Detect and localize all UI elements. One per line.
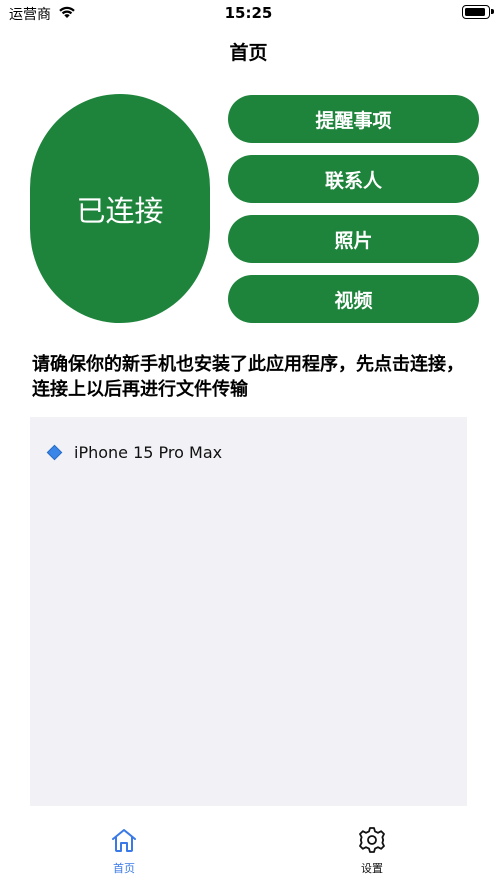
status-time: 15:25 — [224, 4, 273, 22]
photos-button[interactable]: 照片 — [228, 215, 479, 263]
device-list: iPhone 15 Pro Max — [30, 417, 467, 806]
tab-settings[interactable]: 设置 — [342, 827, 402, 876]
instructions-text: 请确保你的新手机也安装了此应用程序，先点击连接，连接上以后再进行文件传输 — [32, 354, 464, 400]
blue-diamond-icon — [46, 444, 63, 461]
home-icon — [110, 827, 138, 857]
videos-button[interactable]: 视频 — [228, 275, 479, 323]
connect-button[interactable]: 已连接 — [30, 94, 210, 323]
tab-home[interactable]: 首页 — [94, 827, 154, 876]
status-bar: 运营商 15:25 — [0, 0, 497, 26]
tab-settings-label: 设置 — [361, 862, 383, 875]
battery-level — [465, 8, 485, 16]
gear-icon — [358, 827, 386, 857]
device-name: iPhone 15 Pro Max — [74, 443, 223, 462]
tab-bar: 首页 设置 — [0, 813, 497, 883]
battery-icon — [462, 5, 490, 19]
battery-cap — [491, 9, 494, 14]
device-list-item[interactable]: iPhone 15 Pro Max — [46, 443, 222, 462]
contacts-button[interactable]: 联系人 — [228, 155, 479, 203]
tab-home-label: 首页 — [113, 862, 135, 875]
reminders-button[interactable]: 提醒事项 — [228, 95, 479, 143]
page-title: 首页 — [229, 42, 268, 64]
